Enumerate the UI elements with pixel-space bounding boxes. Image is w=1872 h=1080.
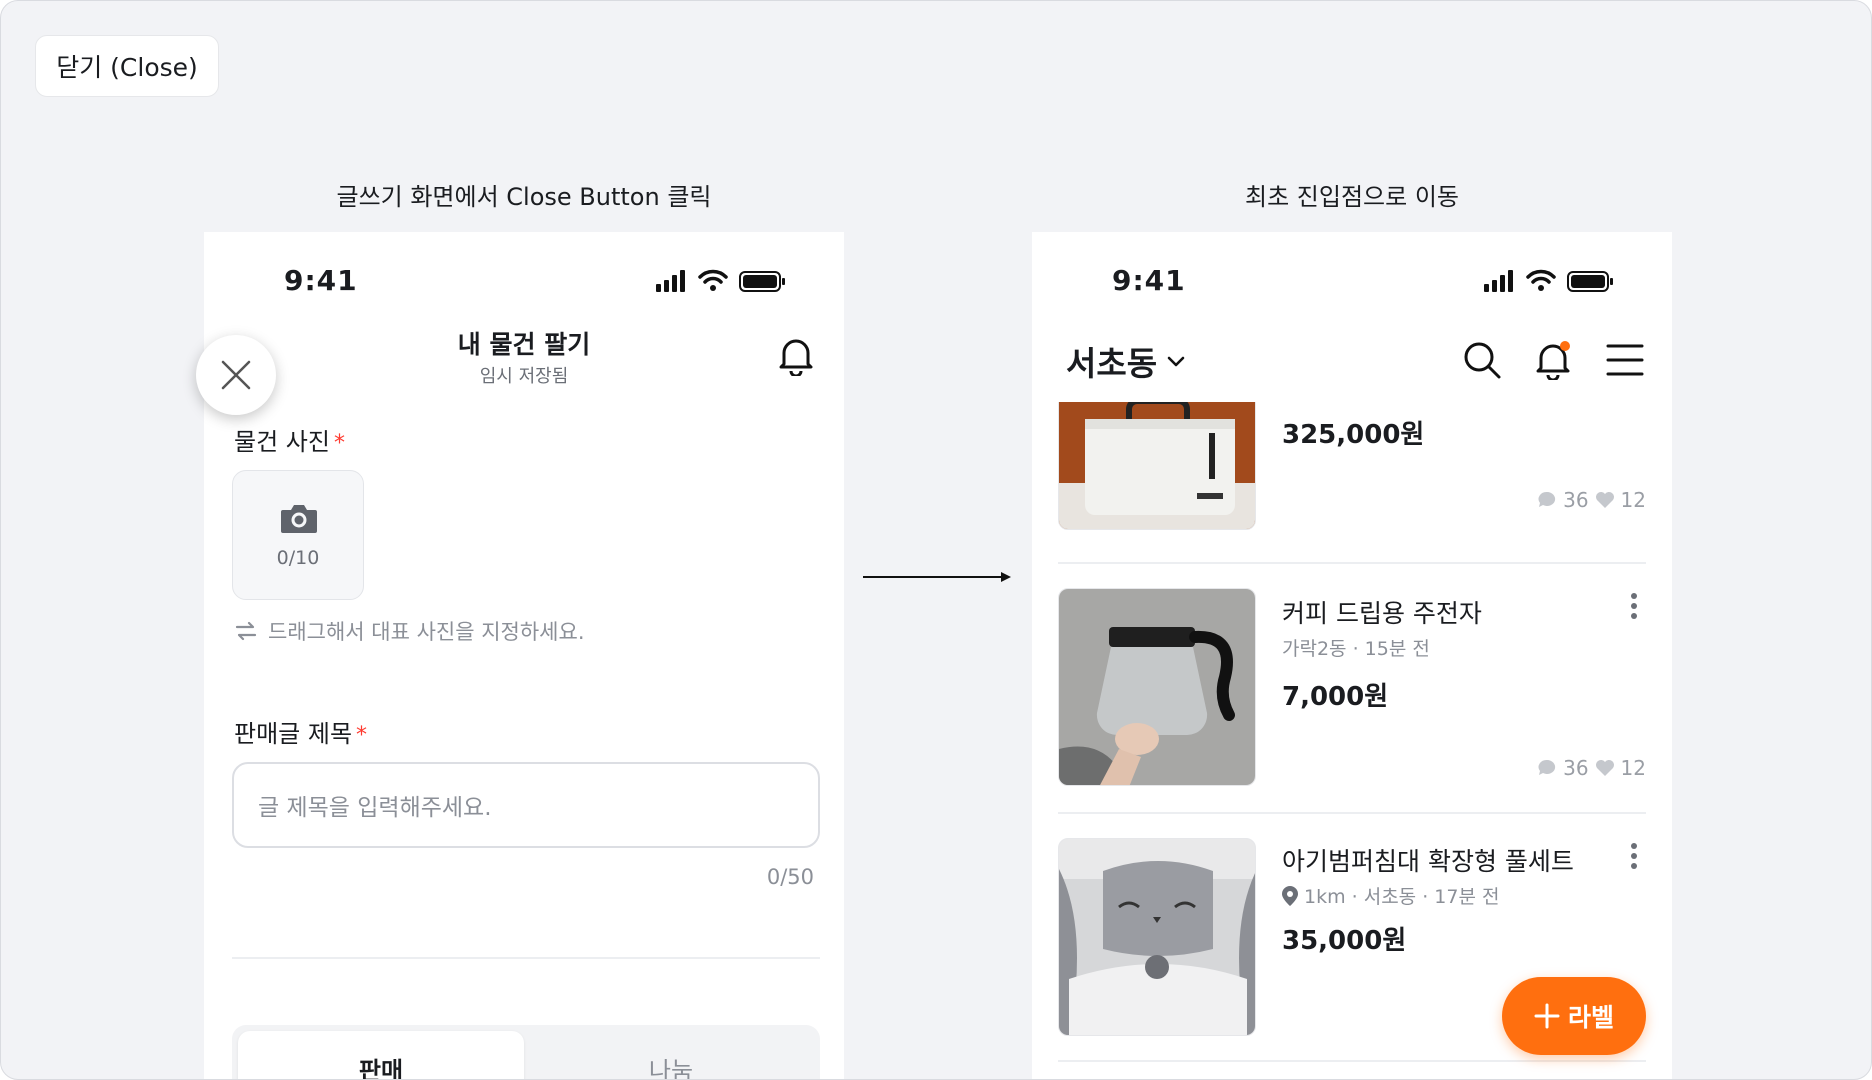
status-bar: 9:41 (204, 232, 844, 297)
like-count: 12 (1620, 488, 1646, 512)
search-icon[interactable] (1462, 340, 1502, 380)
fab-label: 라벨 (1567, 1003, 1614, 1032)
canvas: 닫기 (Close) 글쓰기 화면에서 Close Button 클릭 최초 진… (0, 0, 1872, 1080)
divider (1058, 1060, 1646, 1062)
segment-share[interactable]: 나눔 (528, 1031, 814, 1079)
photo-label-text: 물건 사진 (234, 428, 330, 456)
list-item[interactable]: 325,000원 36 12 (1058, 402, 1646, 542)
status-time: 9:41 (1112, 264, 1186, 297)
status-icons (656, 269, 785, 292)
write-post-fab[interactable]: 라벨 (1502, 977, 1646, 1055)
item-price: 35,000원 (1282, 926, 1407, 956)
camera-icon (281, 505, 317, 533)
title-section-label: 판매글 제목 * (234, 714, 367, 749)
notification-bell-icon[interactable] (1533, 340, 1573, 380)
item-stats: 36 12 (1537, 756, 1646, 780)
plus-icon (1534, 1003, 1560, 1029)
chat-icon (1538, 759, 1556, 775)
close-label-tag: 닫기 (Close) (35, 35, 219, 97)
required-mark: * (356, 723, 368, 748)
divider (1058, 812, 1646, 814)
like-count: 12 (1620, 756, 1646, 780)
item-price: 7,000원 (1282, 682, 1389, 712)
more-options-icon[interactable] (1630, 592, 1638, 620)
title-label-text: 판매글 제목 (234, 720, 353, 748)
swap-icon (235, 621, 257, 641)
drag-hint-text: 드래그해서 대표 사진을 지정하세요. (268, 620, 585, 644)
right-caption: 최초 진입점으로 이동 (1245, 183, 1459, 211)
menu-icon[interactable] (1605, 340, 1645, 380)
item-meta: 1km · 서초동 · 17분 전 (1282, 882, 1499, 909)
location-selector[interactable]: 서초동 (1066, 337, 1187, 385)
item-title: 아기범퍼침대 확장형 풀세트 (1282, 847, 1574, 876)
title-counter: 0/50 (766, 865, 814, 889)
right-phone-screen: 9:41 서초동 325,000원 36 12 커피 드립용 주전자 가락2동 … (1032, 232, 1672, 1079)
photo-count: 0/10 (276, 547, 320, 569)
chevron-down-icon (1167, 356, 1185, 367)
page-title: 내 물건 팔기 (457, 330, 591, 359)
close-button[interactable] (196, 335, 276, 415)
product-thumbnail-bumper-bed (1058, 838, 1256, 1036)
flow-arrow (863, 572, 1011, 582)
product-thumbnail-bag (1058, 402, 1256, 530)
required-mark: * (333, 431, 345, 456)
save-status: 임시 저장됨 (479, 366, 569, 387)
location-pin-icon (1282, 885, 1298, 906)
status-time: 9:41 (284, 264, 358, 297)
list-item[interactable]: 커피 드립용 주전자 가락2동 · 15분 전 7,000원 36 12 (1058, 588, 1646, 788)
bell-icon[interactable] (776, 334, 816, 376)
chat-count: 36 (1563, 488, 1589, 512)
heart-icon (1595, 760, 1614, 776)
location-name: 서초동 (1066, 344, 1158, 383)
more-options-icon[interactable] (1630, 842, 1638, 870)
photo-section-label: 물건 사진 * (234, 422, 345, 457)
item-price: 325,000원 (1282, 420, 1425, 450)
title-placeholder: 글 제목을 입력해주세요. (258, 795, 492, 821)
item-stats: 36 12 (1537, 488, 1646, 512)
product-thumbnail-kettle (1058, 588, 1256, 786)
heart-icon (1595, 492, 1614, 508)
chat-icon (1538, 491, 1556, 507)
drag-hint: 드래그해서 대표 사진을 지정하세요. (234, 616, 585, 646)
item-title: 커피 드립용 주전자 (1282, 599, 1482, 628)
status-icons (1484, 269, 1613, 292)
item-meta-text: 1km · 서초동 · 17분 전 (1304, 886, 1500, 908)
divider (232, 957, 820, 959)
trade-type-toggle: 판매 나눔 (232, 1025, 820, 1079)
close-icon (221, 360, 251, 390)
status-bar: 9:41 (1032, 232, 1672, 297)
left-phone-screen: 9:41 내 물건 팔기 임시 저장됨 물건 사진 * 0/10 드래그해서 대… (204, 232, 844, 1079)
chat-count: 36 (1563, 756, 1589, 780)
divider (1058, 562, 1646, 564)
segment-sell[interactable]: 판매 (238, 1031, 524, 1079)
left-caption: 글쓰기 화면에서 Close Button 클릭 (336, 183, 712, 211)
add-photo-button[interactable]: 0/10 (232, 470, 364, 600)
item-meta: 가락2동 · 15분 전 (1282, 638, 1430, 660)
title-input[interactable]: 글 제목을 입력해주세요. (232, 762, 820, 848)
